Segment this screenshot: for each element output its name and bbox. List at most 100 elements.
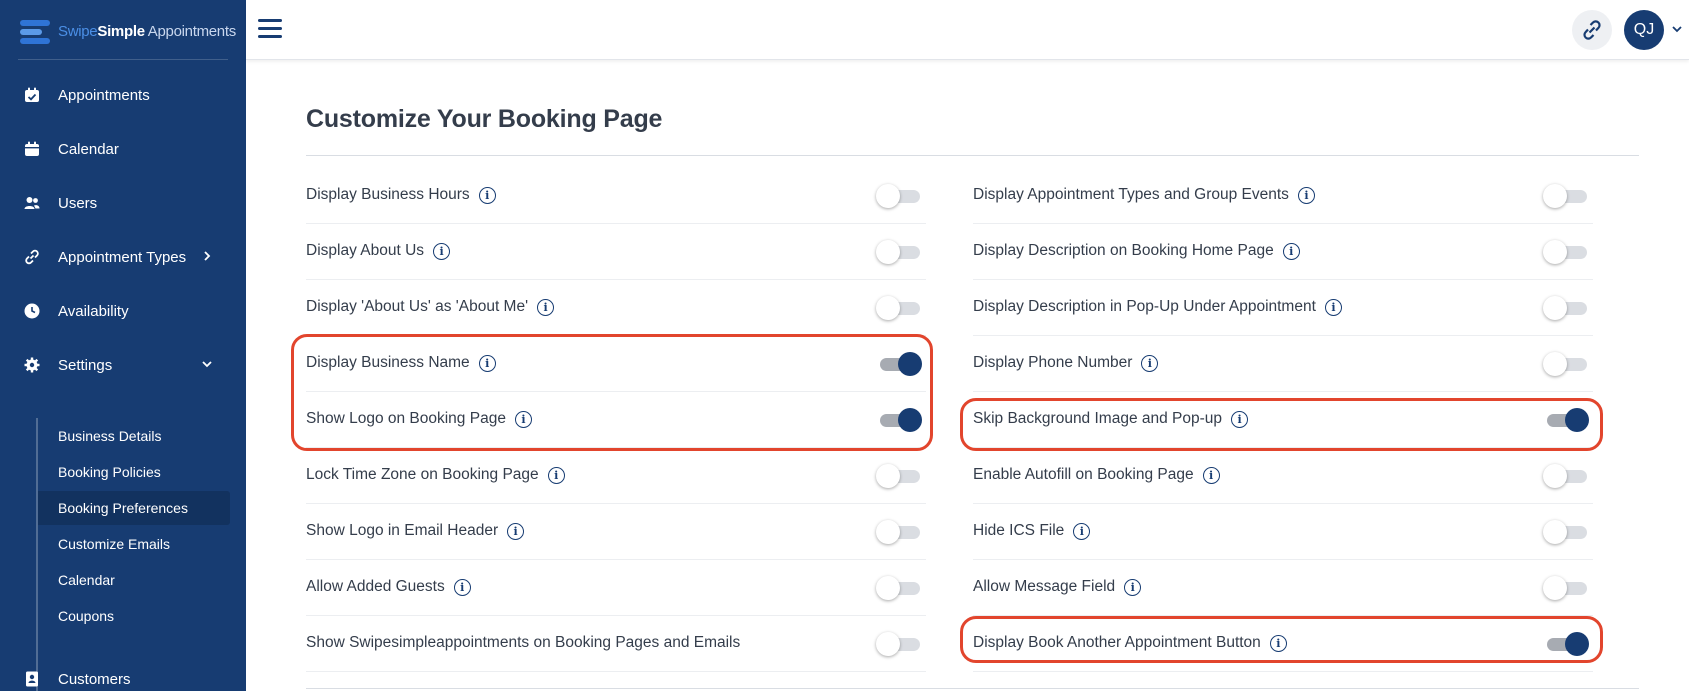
link-icon xyxy=(1583,20,1601,40)
share-link-button[interactable] xyxy=(1572,10,1612,50)
sidebar-subitem-calendar[interactable]: Calendar xyxy=(38,563,230,597)
toggle-switch[interactable] xyxy=(876,576,922,600)
setting-label-text: Allow Added Guests xyxy=(306,578,445,595)
setting-label: Display Business Name i xyxy=(306,354,496,372)
info-icon[interactable]: i xyxy=(1269,634,1287,652)
calendar-check-icon xyxy=(25,87,39,102)
row-divider xyxy=(973,671,1593,672)
toggle-switch[interactable] xyxy=(1543,464,1589,488)
sidebar-item-users[interactable]: Users xyxy=(0,183,246,223)
sidebar-item-availability[interactable]: Availability xyxy=(0,291,246,331)
brand-logo[interactable]: SwipeSimple Appointments xyxy=(20,16,236,46)
toggle-switch[interactable] xyxy=(876,184,922,208)
toggle-switch[interactable] xyxy=(876,520,922,544)
setting-label: Display Appointment Types and Group Even… xyxy=(973,186,1315,204)
user-avatar[interactable]: QJ xyxy=(1624,10,1664,50)
info-icon[interactable]: i xyxy=(1297,186,1315,204)
sidebar: SwipeSimple Appointments Appointments Ca… xyxy=(0,0,246,691)
setting-label-text: Show Logo on Booking Page xyxy=(306,410,506,427)
toggle-switch[interactable] xyxy=(876,408,922,432)
sidebar-item-label: Appointment Types xyxy=(58,248,187,266)
top-bar: QJ xyxy=(246,0,1689,60)
setting-row-display-book-another-appointment-button: Display Book Another Appointment Button i xyxy=(973,616,1593,672)
setting-label: Allow Message Field i xyxy=(973,578,1142,596)
link-icon xyxy=(25,249,39,265)
sidebar-subitem-booking-policies[interactable]: Booking Policies xyxy=(38,455,230,489)
toggle-switch[interactable] xyxy=(1543,632,1589,656)
info-icon[interactable]: i xyxy=(1124,578,1142,596)
sidebar-item-label: Customers xyxy=(58,670,131,688)
info-icon[interactable]: i xyxy=(1231,410,1249,428)
chevron-down-icon[interactable] xyxy=(1672,24,1682,34)
toggle-switch[interactable] xyxy=(1543,184,1589,208)
info-icon[interactable]: i xyxy=(507,522,525,540)
calendar-icon xyxy=(25,141,39,156)
info-icon[interactable]: i xyxy=(1202,466,1220,484)
setting-label: Show Swipesimpleappointments on Booking … xyxy=(306,634,740,652)
toggle-knob xyxy=(876,576,900,600)
toggle-switch[interactable] xyxy=(876,240,922,264)
info-icon[interactable]: i xyxy=(1141,354,1159,372)
chevron-down-icon xyxy=(202,361,212,368)
info-icon[interactable]: i xyxy=(433,242,451,260)
sidebar-item-settings[interactable]: Settings xyxy=(0,345,246,385)
toggle-switch[interactable] xyxy=(1543,352,1589,376)
toggle-knob xyxy=(876,632,900,656)
sidebar-item-label: Users xyxy=(58,194,98,212)
setting-row-show-logo-on-booking-page: Show Logo on Booking Page i xyxy=(306,392,926,448)
toggle-switch[interactable] xyxy=(1543,520,1589,544)
sidebar-subitem-business-details[interactable]: Business Details xyxy=(38,419,230,453)
sidebar-subitem-booking-preferences[interactable]: Booking Preferences xyxy=(38,491,230,525)
bottom-divider xyxy=(306,688,1639,689)
setting-label-text: Enable Autofill on Booking Page xyxy=(973,466,1194,483)
info-icon[interactable]: i xyxy=(478,354,496,372)
info-icon[interactable]: i xyxy=(514,410,532,428)
toggle-switch[interactable] xyxy=(1543,408,1589,432)
toggle-switch[interactable] xyxy=(1543,296,1589,320)
chevron-right-icon xyxy=(204,251,211,261)
gear-icon xyxy=(24,357,40,373)
info-icon[interactable]: i xyxy=(1073,522,1091,540)
info-icon[interactable]: i xyxy=(478,186,496,204)
sidebar-item-calendar[interactable]: Calendar xyxy=(0,129,246,169)
info-icon[interactable]: i xyxy=(453,578,471,596)
toggle-knob xyxy=(1565,632,1589,656)
setting-row-show-logo-in-email-header: Show Logo in Email Header i xyxy=(306,504,926,560)
setting-label: Skip Background Image and Pop-up i xyxy=(973,410,1249,428)
setting-row-show-swipesimpleappointments-on-booking-pages-and-emails: Show Swipesimpleappointments on Booking … xyxy=(306,616,926,672)
setting-row-display-appointment-types-and-group-events: Display Appointment Types and Group Even… xyxy=(973,168,1593,224)
sidebar-subitem-coupons[interactable]: Coupons xyxy=(38,599,230,633)
setting-label: Allow Added Guests i xyxy=(306,578,471,596)
sidebar-item-customers[interactable]: Customers xyxy=(0,659,246,691)
sidebar-subitem-customize-emails[interactable]: Customize Emails xyxy=(38,527,230,561)
toggle-knob xyxy=(1543,240,1567,264)
info-icon[interactable]: i xyxy=(1324,298,1342,316)
setting-label: Display Phone Number i xyxy=(973,354,1159,372)
setting-label-text: Show Swipesimpleappointments on Booking … xyxy=(306,634,741,651)
setting-label-text: Skip Background Image and Pop-up xyxy=(973,410,1223,427)
sidebar-item-appointments[interactable]: Appointments xyxy=(0,75,246,115)
setting-row-display-about-us-as-about-me: Display 'About Us' as 'About Me' i xyxy=(306,280,926,336)
toggle-knob xyxy=(1543,464,1567,488)
clock-icon xyxy=(24,303,40,319)
brand-divider xyxy=(18,59,228,60)
row-divider xyxy=(306,671,926,672)
toggle-switch[interactable] xyxy=(1543,576,1589,600)
info-icon[interactable]: i xyxy=(1282,242,1300,260)
brand-name: SwipeSimple Appointments xyxy=(58,22,236,40)
setting-label-text: Display Business Name xyxy=(306,354,470,371)
setting-row-enable-autofill-on-booking-page: Enable Autofill on Booking Page i xyxy=(973,448,1593,504)
info-icon[interactable]: i xyxy=(537,298,555,316)
toggle-switch[interactable] xyxy=(876,296,922,320)
toggle-switch[interactable] xyxy=(876,464,922,488)
setting-label: Display Description in Pop-Up Under Appo… xyxy=(973,298,1342,316)
toggle-switch[interactable] xyxy=(1543,240,1589,264)
hamburger-menu-icon[interactable] xyxy=(258,18,282,40)
toggle-switch[interactable] xyxy=(876,352,922,376)
info-icon[interactable]: i xyxy=(547,466,565,484)
users-icon xyxy=(24,197,40,209)
sidebar-item-label: Settings xyxy=(58,356,113,374)
setting-row-display-description-in-pop-up-under-appointment: Display Description in Pop-Up Under Appo… xyxy=(973,280,1593,336)
sidebar-item-appointment-types[interactable]: Appointment Types xyxy=(0,237,246,277)
toggle-switch[interactable] xyxy=(876,632,922,656)
